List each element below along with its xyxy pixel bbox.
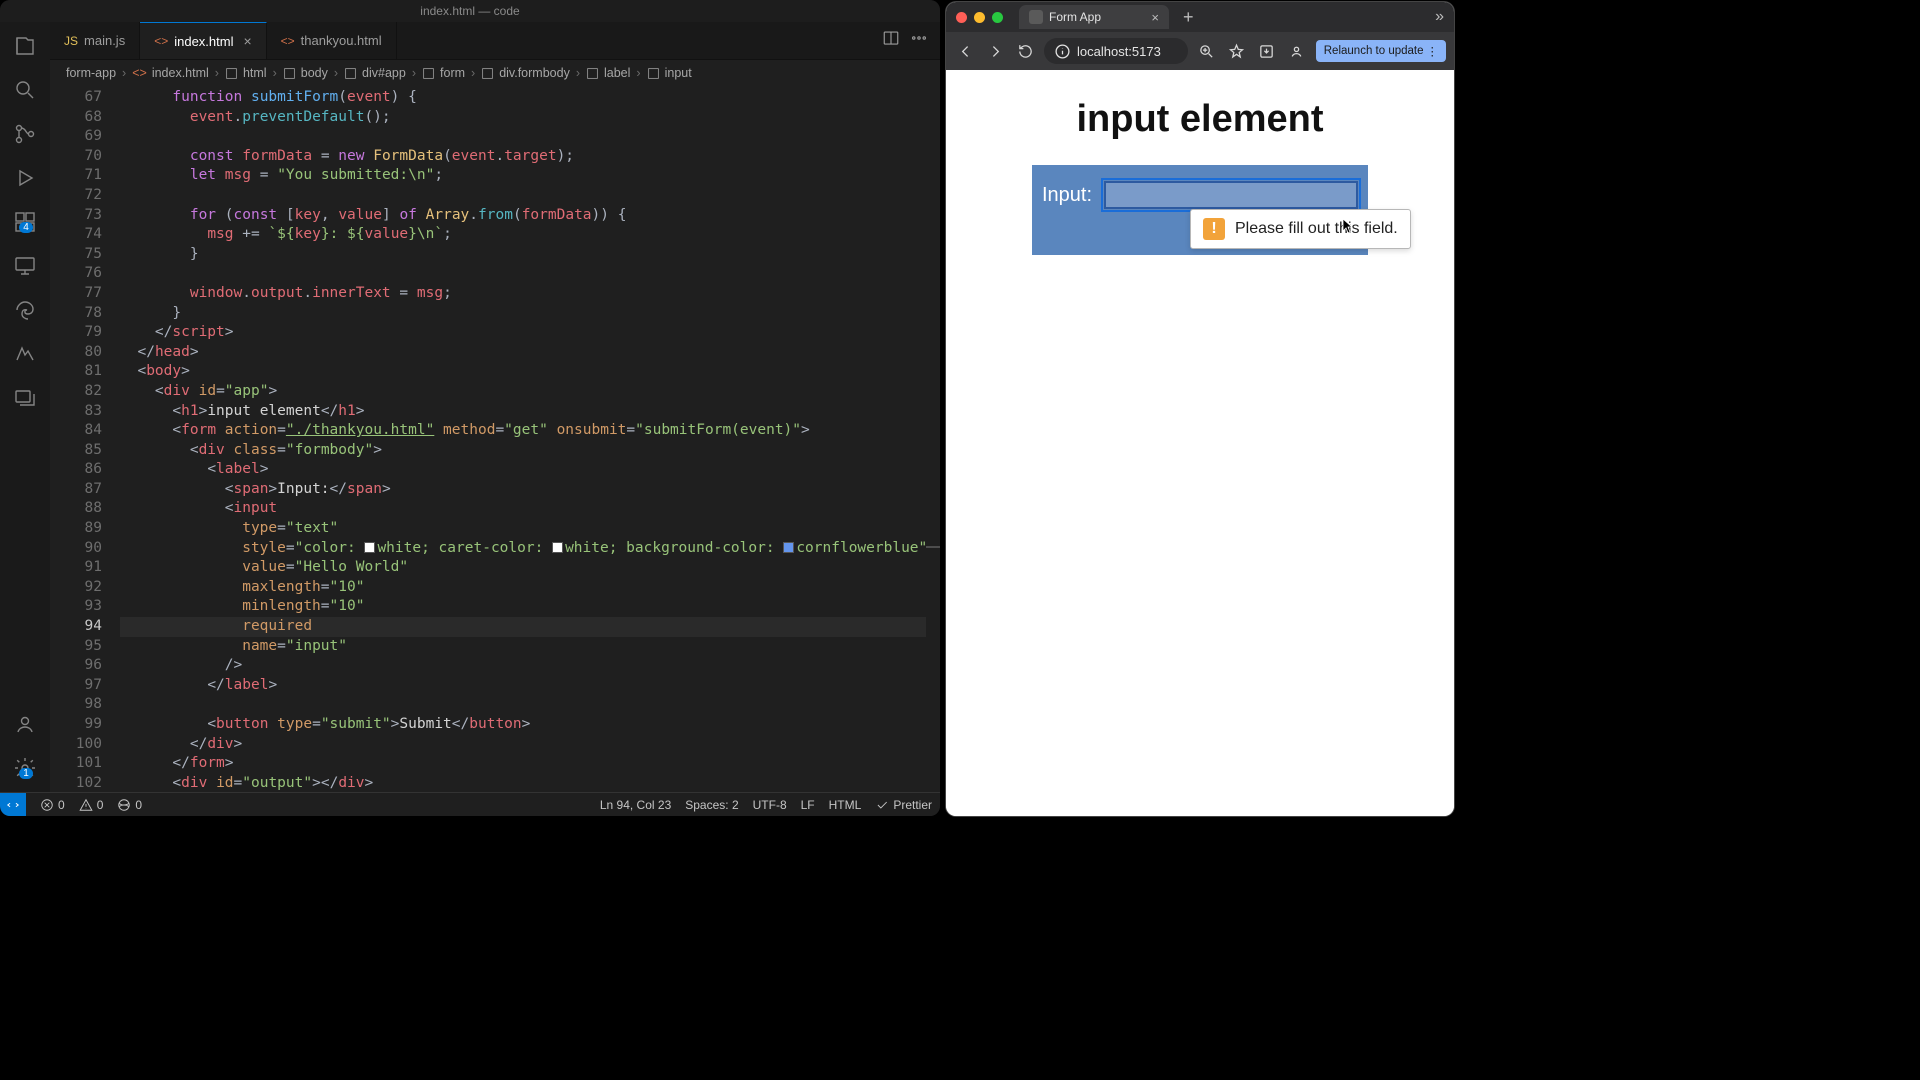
maximize-window-icon[interactable] [992, 12, 1003, 23]
zoom-icon[interactable] [1196, 40, 1218, 62]
breadcrumb-item: <>index.html [132, 66, 209, 80]
tab-label: thankyou.html [301, 33, 382, 48]
tab-overflow-icon[interactable]: » [1435, 8, 1444, 26]
split-editor-icon[interactable] [882, 29, 900, 52]
extensions-icon[interactable]: 4 [11, 208, 39, 236]
status-warnings[interactable]: 0 [79, 798, 104, 812]
live-share-icon[interactable] [11, 384, 39, 412]
tab-main-js[interactable]: JS main.js [50, 22, 140, 59]
editor-area: JS main.js <> index.html × <> thankyou.h… [50, 22, 940, 792]
menu-kebab-icon: ⋮ [1427, 44, 1439, 58]
tab-label: index.html [174, 34, 233, 49]
back-button[interactable] [954, 40, 976, 62]
status-errors[interactable]: 0 [40, 798, 65, 812]
extensions-badge: 4 [19, 222, 33, 233]
status-language[interactable]: HTML [829, 798, 862, 812]
input-label: Input: [1042, 184, 1092, 207]
remote-indicator[interactable] [0, 793, 26, 817]
tab-label: main.js [84, 33, 125, 48]
code-content[interactable]: function submitForm(event) { event.preve… [120, 86, 940, 792]
forward-button[interactable] [984, 40, 1006, 62]
favicon-icon [1029, 10, 1043, 24]
vscode-window: index.html — code 4 [0, 0, 940, 816]
breadcrumb-item: div#app [344, 66, 406, 80]
settings-gear-icon[interactable]: 1 [11, 754, 39, 782]
cursor-icon [1342, 218, 1354, 234]
validation-tooltip: ! Please fill out this field. [1190, 209, 1411, 249]
breadcrumb-item: label [586, 66, 630, 80]
window-controls[interactable] [956, 12, 1003, 23]
install-icon[interactable] [1256, 40, 1278, 62]
breadcrumb-item: form [422, 66, 465, 80]
form-body: Input: ! Please fill out this field. [1032, 165, 1368, 255]
browser-tab[interactable]: Form App × [1019, 5, 1169, 29]
code-editor[interactable]: 6768697071727374757677787980818283848586… [50, 86, 940, 792]
js-file-icon: JS [64, 34, 78, 48]
browser-window: Form App × + » localhost:5173 Relaunch t… [946, 2, 1454, 816]
warning-icon: ! [1203, 218, 1225, 240]
breadcrumb[interactable]: form-app› <>index.html› html› body› div#… [50, 60, 940, 86]
close-window-icon[interactable] [956, 12, 967, 23]
status-encoding[interactable]: UTF-8 [753, 798, 787, 812]
status-spaces[interactable]: Spaces: 2 [685, 798, 738, 812]
line-number-gutter: 6768697071727374757677787980818283848586… [50, 86, 120, 792]
browser-tab-strip: Form App × + » [946, 2, 1454, 32]
address-bar[interactable]: localhost:5173 [1044, 38, 1188, 64]
more-actions-icon[interactable] [910, 29, 928, 52]
breadcrumb-item: body [283, 66, 328, 80]
breadcrumb-item: div.formbody [481, 66, 570, 80]
breadcrumb-item: html [225, 66, 267, 80]
close-tab-icon[interactable]: × [1151, 10, 1159, 25]
validation-message: Please fill out this field. [1235, 220, 1398, 238]
settings-badge: 1 [19, 768, 33, 779]
text-input[interactable] [1104, 181, 1358, 209]
status-bar: 0 0 0 Ln 94, Col 23 Spaces: 2 UTF-8 LF H… [0, 792, 940, 816]
edge-tools-icon[interactable] [11, 296, 39, 324]
tab-thankyou-html[interactable]: <> thankyou.html [267, 22, 397, 59]
html-file-icon: <> [154, 34, 168, 48]
relaunch-button[interactable]: Relaunch to update ⋮ [1316, 40, 1446, 62]
run-debug-icon[interactable] [11, 164, 39, 192]
status-cursor-pos[interactable]: Ln 94, Col 23 [600, 798, 671, 812]
status-formatter[interactable]: Prettier [875, 798, 932, 812]
site-info-icon[interactable] [1054, 43, 1071, 60]
breadcrumb-item: input [647, 66, 692, 80]
window-title: index.html — code [0, 4, 940, 18]
testing-icon[interactable] [11, 340, 39, 368]
explorer-icon[interactable] [11, 32, 39, 60]
bookmark-icon[interactable] [1226, 40, 1248, 62]
status-ports[interactable]: 0 [117, 798, 142, 812]
url-text: localhost:5173 [1077, 44, 1161, 59]
account-icon[interactable] [11, 710, 39, 738]
browser-tab-title: Form App [1049, 10, 1101, 24]
source-control-icon[interactable] [11, 120, 39, 148]
remote-explorer-icon[interactable] [11, 252, 39, 280]
profile-icon[interactable] [1286, 40, 1308, 62]
minimap[interactable] [926, 86, 940, 792]
close-tab-icon[interactable]: × [243, 33, 251, 49]
new-tab-button[interactable]: + [1177, 7, 1200, 28]
vscode-titlebar: index.html — code [0, 0, 940, 22]
minimize-window-icon[interactable] [974, 12, 985, 23]
browser-toolbar: localhost:5173 Relaunch to update ⋮ [946, 32, 1454, 70]
reload-button[interactable] [1014, 40, 1036, 62]
activity-bar: 4 [0, 22, 50, 792]
tab-index-html[interactable]: <> index.html × [140, 22, 266, 59]
editor-tab-bar: JS main.js <> index.html × <> thankyou.h… [50, 22, 940, 60]
rendered-page: input element Input: ! Please fill out t… [946, 70, 1454, 816]
breadcrumb-item: form-app [66, 66, 116, 80]
status-eol[interactable]: LF [801, 798, 815, 812]
html-file-icon: <> [281, 34, 295, 48]
search-icon[interactable] [11, 76, 39, 104]
page-heading: input element [946, 98, 1454, 141]
